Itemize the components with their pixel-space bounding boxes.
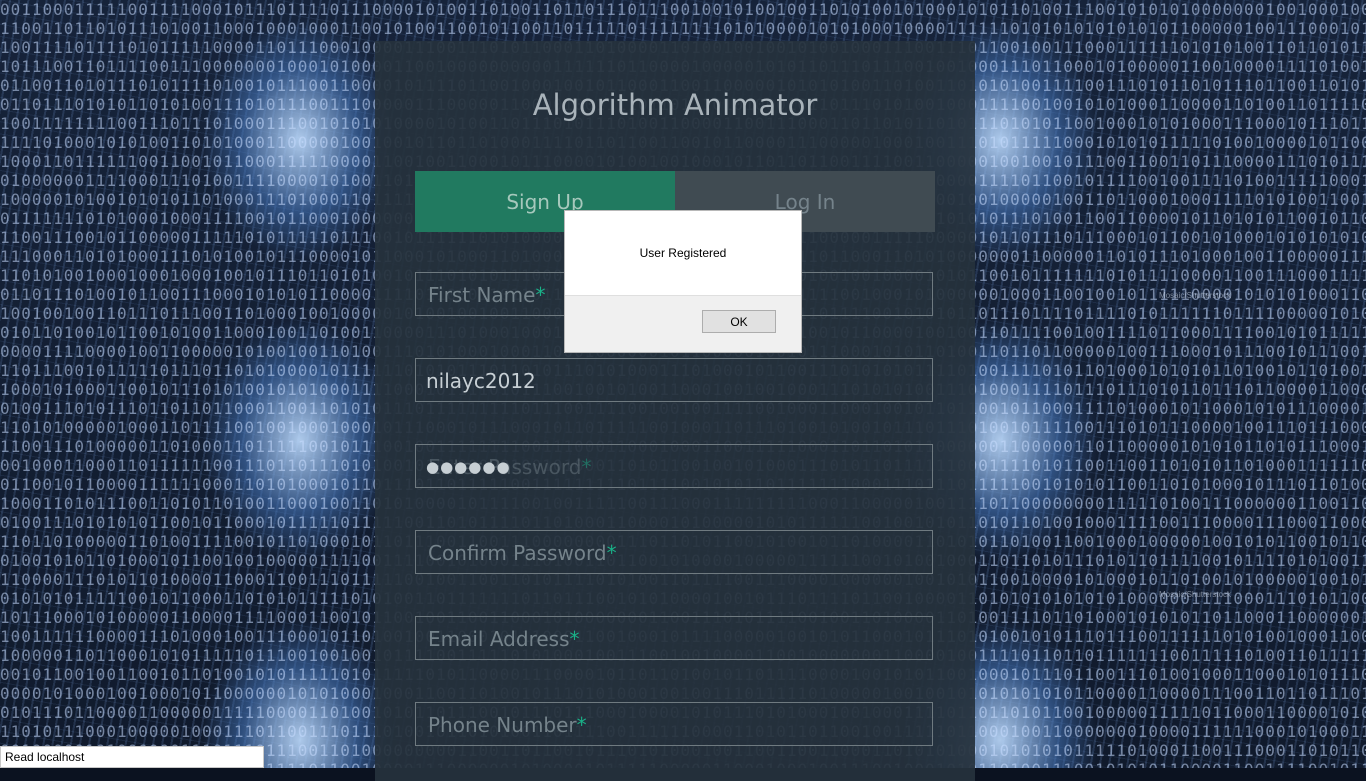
watermark: Mosaic/Shutterstock [1159,291,1232,300]
dialog-footer: OK [565,295,801,352]
first-name-placeholder: First Name* [428,283,546,307]
username-value: nilayc2012 [426,369,536,393]
watermark: Mosaic/Shutterstock [1159,590,1232,599]
email-placeholder: Email Address* [428,627,580,651]
dialog-message: User Registered [639,246,727,260]
alert-dialog: User Registered OK [564,210,802,353]
ok-button[interactable]: OK [702,310,776,333]
password-field[interactable]: Enter Password* ●●●●●● [415,444,933,488]
email-field[interactable]: Email Address* [415,616,933,660]
signup-form-panel [375,41,975,781]
confirm-password-placeholder: Confirm Password* [428,541,617,565]
username-field[interactable]: nilayc2012 [415,358,933,402]
status-bar: Read localhost [0,746,264,768]
phone-placeholder: Phone Number* [428,713,587,737]
phone-field[interactable]: Phone Number* [415,702,933,746]
confirm-password-field[interactable]: Confirm Password* [415,530,933,574]
page-title: Algorithm Animator [532,88,818,122]
password-value: ●●●●●● [426,458,511,476]
